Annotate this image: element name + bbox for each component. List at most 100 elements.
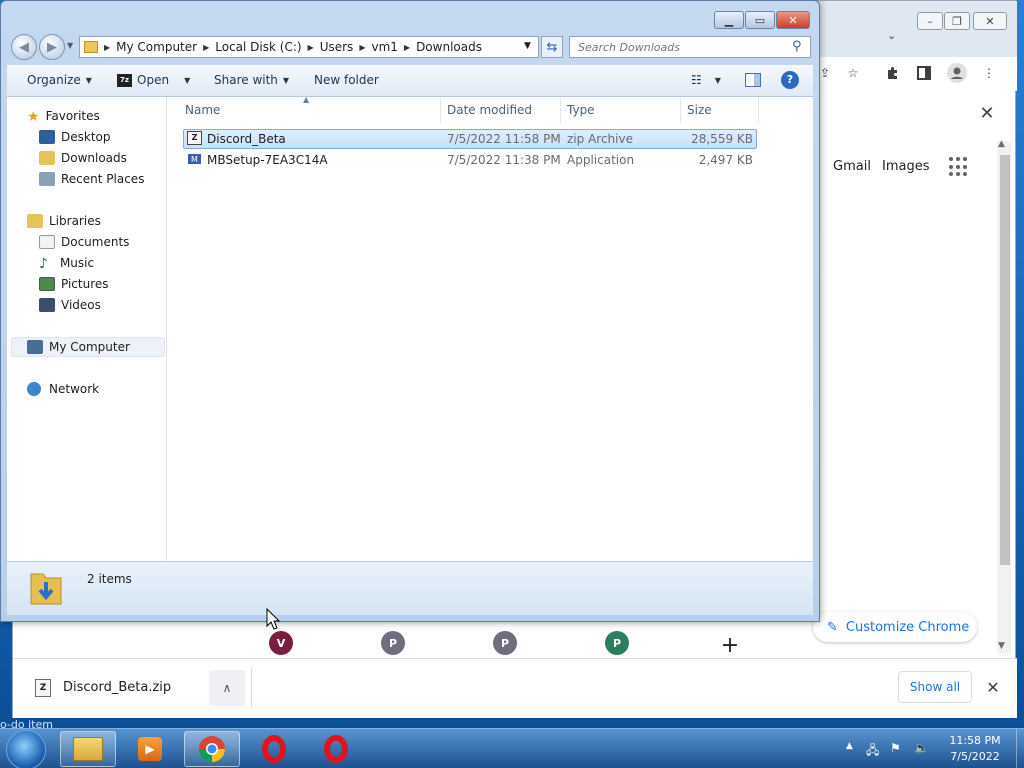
chrome-scrollbar-thumb[interactable] <box>1000 155 1010 565</box>
taskbar-clock[interactable]: 11:58 PM 7/5/2022 <box>940 733 1010 765</box>
taskbar-opera-button[interactable] <box>246 731 302 767</box>
nav-network[interactable]: Network <box>7 379 167 399</box>
back-arrow-icon[interactable]: ◀ <box>11 34 37 60</box>
breadcrumb-segment[interactable]: Users <box>320 40 354 54</box>
nav-libraries[interactable]: Libraries <box>7 211 167 231</box>
download-item-name[interactable]: Discord_Beta.zip <box>63 680 171 695</box>
gmail-link[interactable]: Gmail <box>833 159 871 174</box>
download-item-menu-button[interactable]: ∧ <box>209 670 245 706</box>
breadcrumb-segment[interactable]: Downloads <box>416 40 482 54</box>
ntp-close-icon[interactable]: ✕ <box>975 101 999 125</box>
add-shortcut-button[interactable]: + <box>718 633 742 658</box>
taskbar-opera-gx-button[interactable] <box>308 731 364 767</box>
change-view-button[interactable]: ☷ ▼ <box>691 73 721 87</box>
file-name: MBSetup-7EA3C14A <box>207 153 328 167</box>
table-row[interactable]: M MBSetup-7EA3C14A 7/5/2022 11:38 PM App… <box>183 150 757 170</box>
explorer-maximize-button[interactable]: ▭ <box>745 11 775 29</box>
shortcut-tile[interactable]: P <box>381 631 405 655</box>
scroll-down-arrow-icon[interactable]: ▼ <box>998 641 1005 651</box>
breadcrumb-segment[interactable]: Local Disk (C:) <box>215 40 301 54</box>
column-header-date[interactable]: Date modified <box>441 97 561 123</box>
search-input[interactable] <box>578 40 788 54</box>
help-icon[interactable]: ? <box>781 71 799 89</box>
customize-chrome-button[interactable]: ✎ Customize Chrome <box>813 612 977 642</box>
chrome-maximize-button[interactable]: ❐ <box>944 12 970 30</box>
tab-search-chevron-down-icon[interactable]: ⌄ <box>887 29 901 43</box>
refresh-icon[interactable]: ⇆ <box>541 36 563 58</box>
google-apps-grid-icon[interactable] <box>949 157 969 177</box>
nav-recent-places[interactable]: Recent Places <box>7 169 167 189</box>
chrome-menu-kebab-icon[interactable]: ⋮ <box>977 61 1001 85</box>
search-icon[interactable]: ⚲ <box>792 39 802 54</box>
nav-music[interactable]: ♪ Music <box>7 253 167 273</box>
clock-date: 7/5/2022 <box>950 750 1000 763</box>
nav-downloads-label: Downloads <box>61 151 127 165</box>
new-folder-button[interactable]: New folder <box>314 73 379 87</box>
zip-file-icon: Z <box>35 679 51 697</box>
volume-speaker-icon[interactable]: 🔈 <box>914 741 929 755</box>
nav-favorites-label: Favorites <box>45 109 100 123</box>
address-dropdown-chevron-icon[interactable]: ▼ <box>524 41 531 51</box>
show-hidden-icons-chevron-icon[interactable]: ▲ <box>846 741 853 751</box>
nav-documents[interactable]: Documents <box>7 232 167 252</box>
explorer-close-button[interactable]: ✕ <box>776 11 810 29</box>
organize-button[interactable]: Organize ▼ <box>27 73 92 87</box>
taskbar-media-player-button[interactable]: ▶ <box>122 731 178 767</box>
show-all-downloads-button[interactable]: Show all <box>898 671 972 703</box>
file-size: 2,497 KB <box>698 153 753 167</box>
nav-downloads[interactable]: Downloads <box>7 148 167 168</box>
profile-avatar-icon[interactable] <box>945 61 969 85</box>
chrome-close-button[interactable]: ✕ <box>973 12 1007 30</box>
downloads-folder-icon <box>39 151 55 165</box>
file-date: 7/5/2022 11:38 PM <box>447 153 561 167</box>
column-header-name[interactable]: Name ▲ <box>179 95 441 123</box>
preview-pane-icon[interactable] <box>745 73 761 87</box>
download-bar-close-icon[interactable]: ✕ <box>981 675 1005 699</box>
start-button-windows-icon[interactable] <box>6 730 46 768</box>
nav-pictures-label: Pictures <box>61 277 109 291</box>
show-desktop-button[interactable] <box>1016 729 1024 768</box>
download-bar: Z Discord_Beta.zip ∧ Show all ✕ <box>13 658 1017 718</box>
bookmark-star-icon[interactable]: ☆ <box>841 61 865 85</box>
share-with-button[interactable]: Share with ▼ <box>214 73 289 87</box>
breadcrumb-segment[interactable]: My Computer <box>116 40 197 54</box>
search-box[interactable]: ⚲ <box>569 36 811 58</box>
shortcut-tile[interactable]: P <box>493 631 517 655</box>
action-center-flag-icon[interactable]: ⚑ <box>890 741 901 755</box>
file-explorer-icon <box>73 737 103 761</box>
address-bar[interactable]: ▶ My Computer ▶ Local Disk (C:) ▶ Users … <box>79 36 539 58</box>
nav-favorites[interactable]: ★ Favorites <box>7 106 167 126</box>
taskbar-chrome-button[interactable] <box>184 731 240 767</box>
chrome-minimize-button[interactable]: – <box>917 12 943 30</box>
opera-icon <box>324 735 348 763</box>
network-tray-icon[interactable]: 🖧 <box>866 741 879 762</box>
explorer-minimize-button[interactable]: ▁ <box>714 11 744 29</box>
nav-pictures[interactable]: Pictures <box>7 274 167 294</box>
nav-videos[interactable]: Videos <box>7 295 167 315</box>
breadcrumb-segment[interactable]: vm1 <box>371 40 397 54</box>
scroll-up-arrow-icon[interactable]: ▲ <box>998 139 1005 149</box>
music-note-icon: ♪ <box>39 256 48 272</box>
chrome-scrollbar[interactable] <box>997 141 1011 653</box>
side-panel-icon[interactable] <box>912 61 936 85</box>
extensions-puzzle-icon[interactable] <box>881 61 905 85</box>
chevron-down-icon: ▼ <box>85 75 92 85</box>
nav-desktop[interactable]: Desktop <box>7 127 167 147</box>
column-header-type[interactable]: Type <box>561 97 681 123</box>
file-type: Application <box>567 153 635 167</box>
videos-film-icon <box>39 298 55 312</box>
column-header-size[interactable]: Size <box>681 97 759 123</box>
nav-music-label: Music <box>59 256 95 270</box>
downloads-folder-icon <box>84 41 98 53</box>
nav-my-computer[interactable]: My Computer <box>7 337 167 357</box>
open-button[interactable]: 7z Open ▼ <box>117 73 190 87</box>
shortcut-tile[interactable]: V <box>269 631 293 655</box>
forward-arrow-icon[interactable]: ▶ <box>39 34 65 60</box>
taskbar-explorer-button[interactable] <box>60 731 116 767</box>
chevron-down-icon: ▼ <box>714 75 721 85</box>
images-link[interactable]: Images <box>882 159 930 174</box>
item-count: 2 items <box>87 572 132 586</box>
table-row[interactable]: Z Discord_Beta 7/5/2022 11:58 PM zip Arc… <box>183 129 757 149</box>
shortcut-tile[interactable]: P <box>605 631 629 655</box>
recent-pages-chevron-icon[interactable]: ▼ <box>67 41 73 50</box>
